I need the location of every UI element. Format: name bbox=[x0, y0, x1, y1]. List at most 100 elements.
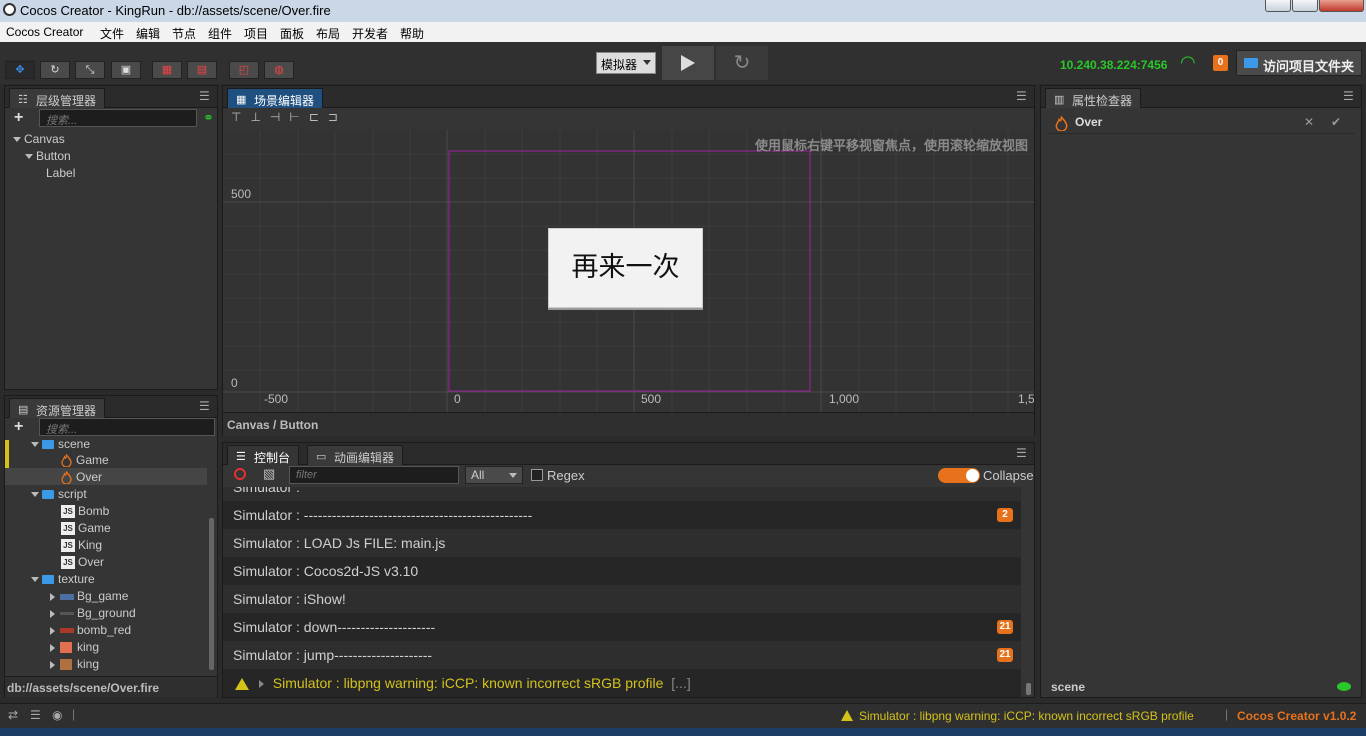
eye-slash-icon[interactable]: ◉ bbox=[52, 708, 62, 722]
window-title: Cocos Creator - KingRun - db://assets/sc… bbox=[20, 3, 331, 18]
regex-checkbox[interactable] bbox=[531, 469, 543, 481]
asset-texture-king-2[interactable]: king bbox=[50, 657, 99, 671]
server-ip[interactable]: 10.240.38.224:7456 bbox=[1060, 58, 1167, 72]
clear-console-icon[interactable] bbox=[234, 468, 246, 480]
open-log-icon[interactable]: ▧ bbox=[263, 466, 275, 482]
log-row[interactable]: Simulator : jump--------------------- 21 bbox=[223, 641, 1021, 669]
add-node-button[interactable]: + bbox=[14, 109, 23, 127]
apply-icon[interactable]: ✔ bbox=[1331, 115, 1341, 129]
refresh-button[interactable]: ↻ bbox=[716, 46, 768, 80]
expand-arrow-icon bbox=[25, 154, 33, 160]
link-icon[interactable]: ⚭ bbox=[203, 110, 214, 126]
panel-menu-icon[interactable]: ☰ bbox=[1343, 90, 1355, 102]
world-icon[interactable]: ◍ bbox=[264, 61, 294, 79]
collapse-toggle[interactable] bbox=[938, 468, 980, 483]
assets-search-input[interactable]: 搜索... bbox=[39, 418, 215, 436]
play-button[interactable] bbox=[662, 46, 714, 80]
tab-console[interactable]: ☰ 控制台 bbox=[227, 445, 300, 465]
tree-node-canvas[interactable]: Canvas bbox=[13, 132, 65, 146]
eye-icon[interactable] bbox=[1337, 682, 1351, 691]
tab-animation-editor[interactable]: ▭ 动画编辑器 bbox=[307, 445, 404, 465]
close-button[interactable] bbox=[1319, 0, 1364, 12]
move-tool-icon[interactable]: ✥ bbox=[5, 61, 35, 79]
database-icon[interactable]: ☰ bbox=[30, 708, 41, 722]
rect-tool-icon[interactable]: ▣ bbox=[111, 61, 141, 79]
asset-script-bomb[interactable]: JS Bomb bbox=[61, 504, 109, 519]
log-row-warning[interactable]: Simulator : libpng warning: iCCP: known … bbox=[223, 669, 1021, 697]
log-row[interactable]: Simulator : LOAD Js FILE: main.js bbox=[223, 529, 1021, 557]
menu-project[interactable]: 项目 bbox=[244, 25, 268, 42]
assets-scrollbar[interactable] bbox=[209, 518, 214, 670]
rotate-tool-icon[interactable]: ↻ bbox=[40, 61, 70, 79]
log-row[interactable]: Simulator : Cocos2d-JS v3.10 bbox=[223, 557, 1021, 585]
log-row[interactable]: Simulator : bbox=[223, 487, 1021, 501]
asset-script-over[interactable]: JS Over bbox=[61, 555, 104, 570]
tree-node-label[interactable]: Label bbox=[46, 166, 75, 180]
menu-component[interactable]: 组件 bbox=[208, 25, 232, 42]
inspector-icon: ▥ bbox=[1054, 94, 1065, 106]
asset-path: db://assets/scene/Over.fire bbox=[5, 676, 217, 698]
asset-folder-scene[interactable]: scene bbox=[31, 437, 90, 451]
asset-folder-texture[interactable]: texture bbox=[31, 572, 95, 586]
tree-node-button[interactable]: Button bbox=[25, 149, 71, 163]
panel-menu-icon[interactable]: ☰ bbox=[1016, 90, 1028, 102]
anchor-local-icon[interactable]: ▦ bbox=[152, 61, 182, 79]
console-log-list: Simulator : Simulator : ----------------… bbox=[223, 487, 1023, 697]
scene-viewport[interactable]: 500 0 -500 0 500 1,000 1,5 使用鼠标右键平移视窗焦点，… bbox=[223, 130, 1034, 412]
asset-folder-script[interactable]: script bbox=[31, 487, 87, 501]
log-row[interactable]: Simulator : down--------------------- 21 bbox=[223, 613, 1021, 641]
status-warning[interactable]: Simulator : libpng warning: iCCP: known … bbox=[859, 709, 1194, 723]
scene-breadcrumb: Canvas / Button bbox=[223, 412, 1034, 436]
tab-inspector[interactable]: ▥ 属性检查器 bbox=[1045, 88, 1142, 108]
scale-tool-icon[interactable]: ⤡ bbox=[75, 61, 105, 79]
platform-select[interactable]: 模拟器 bbox=[596, 52, 656, 74]
add-asset-button[interactable]: + bbox=[14, 418, 23, 436]
image-thumb-icon bbox=[60, 642, 72, 654]
hierarchy-search-input[interactable]: 搜索... bbox=[39, 109, 197, 127]
anchor-global-icon[interactable]: ▤ bbox=[187, 61, 217, 79]
asset-texture-bomb-red[interactable]: bomb_red bbox=[50, 623, 131, 637]
asset-scene-over[interactable]: Over bbox=[61, 470, 102, 485]
menu-cocos[interactable]: Cocos Creator bbox=[6, 25, 83, 39]
panel-menu-icon[interactable]: ☰ bbox=[1016, 447, 1028, 459]
game-button-retry[interactable]: 再来一次 bbox=[548, 228, 703, 308]
menu-node[interactable]: 节点 bbox=[172, 25, 196, 42]
pivot-icon[interactable]: ◰ bbox=[229, 61, 259, 79]
asset-scene-game[interactable]: Game bbox=[61, 453, 109, 468]
minimize-button[interactable] bbox=[1265, 0, 1291, 12]
tab-scene-editor[interactable]: ▦ 场景编辑器 bbox=[227, 88, 324, 108]
asset-script-king[interactable]: JS King bbox=[61, 538, 102, 553]
maximize-button[interactable] bbox=[1292, 0, 1318, 12]
console-icon: ☰ bbox=[236, 451, 246, 463]
asset-texture-bg-game[interactable]: Bg_game bbox=[50, 589, 128, 603]
log-row[interactable]: Simulator : iShow! bbox=[223, 585, 1021, 613]
folder-icon bbox=[42, 575, 54, 585]
console-filter-input[interactable]: filter bbox=[289, 466, 459, 484]
align-toolbar[interactable]: ⊤⊥⊣⊢⊏⊐ bbox=[231, 110, 347, 124]
asset-texture-king[interactable]: king bbox=[50, 640, 99, 654]
log-level-select[interactable]: All bbox=[465, 466, 523, 484]
menu-edit[interactable]: 编辑 bbox=[136, 25, 160, 42]
panel-menu-icon[interactable]: ☰ bbox=[199, 400, 211, 412]
refresh-small-icon[interactable]: ⇄ bbox=[8, 708, 18, 722]
notification-badge[interactable]: 0 bbox=[1213, 55, 1228, 71]
assets-icon: ▤ bbox=[18, 404, 29, 416]
status-bar: ⇄ ☰ ◉ | Simulator : libpng warning: iCCP… bbox=[0, 703, 1366, 728]
tab-assets[interactable]: ▤ 资源管理器 bbox=[9, 398, 106, 418]
tab-hierarchy[interactable]: ☷ 层级管理器 bbox=[9, 88, 106, 108]
asset-script-game[interactable]: JS Game bbox=[61, 521, 111, 536]
menu-bar: Cocos Creator 文件 编辑 节点 组件 项目 面板 布局 开发者 帮… bbox=[0, 22, 1366, 42]
window-titlebar: Cocos Creator - KingRun - db://assets/sc… bbox=[0, 0, 1366, 22]
open-project-folder-button[interactable]: 访问项目文件夹 bbox=[1236, 50, 1362, 76]
menu-layout[interactable]: 布局 bbox=[316, 25, 340, 42]
revert-icon[interactable]: ✕ bbox=[1304, 115, 1314, 129]
menu-panel[interactable]: 面板 bbox=[280, 25, 304, 42]
menu-developer[interactable]: 开发者 bbox=[352, 25, 388, 42]
panel-menu-icon[interactable]: ☰ bbox=[199, 90, 211, 102]
menu-file[interactable]: 文件 bbox=[100, 25, 124, 42]
log-row[interactable]: Simulator : ----------------------------… bbox=[223, 501, 1021, 529]
console-scrollbar[interactable] bbox=[1026, 683, 1031, 695]
assets-panel: ▤ 资源管理器 ☰ + 搜索... scene Game Over script … bbox=[4, 395, 218, 698]
asset-texture-bg-ground[interactable]: Bg_ground bbox=[50, 606, 136, 620]
menu-help[interactable]: 帮助 bbox=[400, 25, 424, 42]
